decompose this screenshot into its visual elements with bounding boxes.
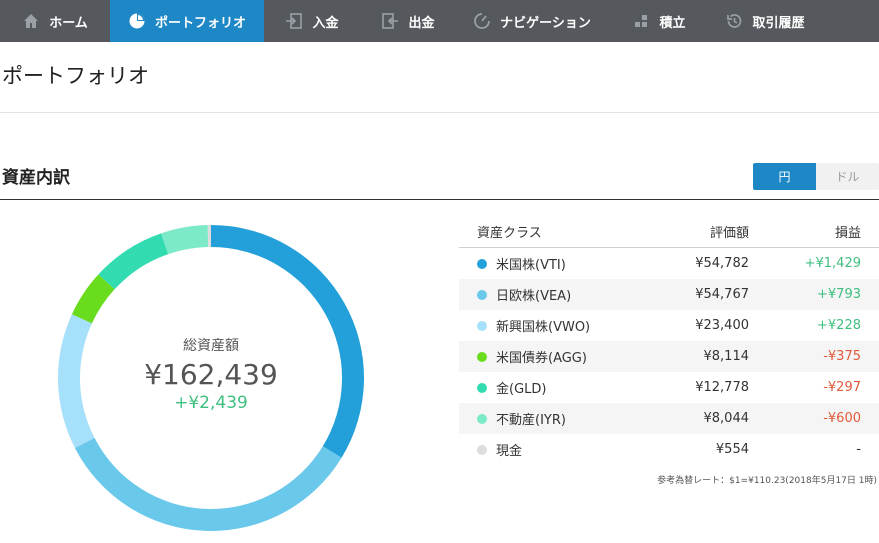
asset-value: ¥12,778 — [695, 380, 749, 395]
asset-name: 金(GLD) — [496, 382, 547, 397]
table-row: 米国債券(AGG) ¥8,114 -¥375 — [459, 341, 879, 372]
nav-item-home[interactable]: ホーム — [0, 0, 110, 42]
table-row: 現金 ¥554 - — [459, 434, 879, 465]
legend-dot — [477, 258, 487, 269]
asset-name-cell: 金(GLD) — [459, 378, 659, 397]
legend-dot — [477, 351, 487, 362]
asset-name: 日欧株(VEA) — [496, 289, 572, 304]
donut-slice[interactable] — [207, 225, 211, 248]
asset-table: 資産クラス 評価額 損益 米国株(VTI) ¥54,782 +¥1,429 日欧株(V… — [459, 215, 879, 465]
total-assets-label: 総資産額 — [183, 338, 239, 354]
nav-label: ポートフォリオ — [154, 15, 246, 31]
nav-item-withdraw[interactable]: 出金 — [360, 0, 456, 42]
table-body: 米国株(VTI) ¥54,782 +¥1,429 日欧株(VEA) ¥54,767 +¥7… — [459, 248, 879, 465]
legend-dot — [477, 413, 487, 424]
nav-label: ナビゲーション — [500, 15, 591, 31]
header-gain: 損益 — [834, 225, 861, 241]
nav-item-history[interactable]: 取引履歴 — [710, 0, 820, 42]
table-header: 資産クラス 評価額 損益 — [459, 215, 879, 248]
nav-label: 入金 — [312, 15, 339, 31]
asset-gain: -¥600 — [823, 411, 861, 426]
asset-name: 現金 — [496, 444, 523, 459]
nav-item-portfolio[interactable]: ポートフォリオ — [110, 0, 264, 42]
asset-name: 不動産(IYR) — [496, 413, 566, 428]
asset-name-cell: 米国株(VTI) — [459, 254, 659, 273]
navigation-icon — [474, 13, 491, 29]
legend-dot — [477, 444, 487, 455]
asset-name-cell: 米国債券(AGG) — [459, 347, 659, 366]
asset-gain: +¥1,429 — [804, 256, 861, 271]
donut-slice[interactable] — [98, 233, 169, 290]
pie-chart-icon — [129, 13, 145, 29]
asset-donut-chart: 総資産額 ¥162,439 +¥2,439 — [0, 205, 420, 543]
header-value: 評価額 — [709, 225, 749, 241]
asset-gain: +¥228 — [817, 318, 861, 333]
asset-value: ¥554 — [715, 442, 749, 457]
table-row: 金(GLD) ¥12,778 -¥297 — [459, 372, 879, 403]
asset-value: ¥23,400 — [695, 318, 749, 333]
currency-toggle: 円 ドル — [753, 163, 879, 190]
asset-value: ¥54,782 — [695, 256, 749, 271]
exchange-rate-note: 参考為替レート：$1=¥110.23(2018年5月17日 1時) — [657, 476, 877, 486]
asset-value: ¥8,044 — [703, 411, 750, 426]
asset-name-cell: 不動産(IYR) — [459, 409, 659, 428]
legend-dot — [477, 289, 487, 300]
accumulate-icon — [635, 15, 648, 27]
asset-gain: +¥793 — [817, 287, 861, 302]
nav-item-deposit[interactable]: 入金 — [264, 0, 360, 42]
currency-usd-button[interactable]: ドル — [816, 163, 879, 190]
total-assets-value: ¥162,439 — [144, 358, 278, 391]
asset-value: ¥54,767 — [695, 287, 749, 302]
section-title: 資産内訳 — [2, 168, 70, 188]
asset-value: ¥8,114 — [703, 349, 750, 364]
nav-label: ホーム — [49, 15, 88, 31]
table-row: 米国株(VTI) ¥54,782 +¥1,429 — [459, 248, 879, 279]
top-nav: ホーム ポートフォリオ 入金 出金 ナビゲーション 積立 取引履歴 — [0, 0, 879, 42]
nav-label: 出金 — [408, 15, 435, 31]
home-icon — [24, 14, 39, 28]
nav-label: 積立 — [659, 15, 686, 31]
asset-name: 米国株(VTI) — [496, 258, 566, 273]
asset-name: 新興国株(VWO) — [496, 320, 591, 335]
nav-label: 取引履歴 — [752, 15, 805, 31]
asset-name-cell: 現金 — [459, 440, 659, 459]
asset-name-cell: 日欧株(VEA) — [459, 285, 659, 304]
table-row: 新興国株(VWO) ¥23,400 +¥228 — [459, 310, 879, 341]
asset-gain: -¥297 — [823, 380, 861, 395]
table-row: 日欧株(VEA) ¥54,767 +¥793 — [459, 279, 879, 310]
divider — [0, 112, 879, 113]
history-icon — [727, 14, 742, 28]
asset-name: 米国債券(AGG) — [496, 351, 587, 366]
header-asset-class: 資産クラス — [477, 225, 542, 241]
nav-item-navigation[interactable]: ナビゲーション — [456, 0, 608, 42]
total-assets-change: +¥2,439 — [174, 393, 248, 413]
deposit-icon — [286, 13, 303, 29]
nav-item-accumulate[interactable]: 積立 — [608, 0, 710, 42]
page-title: ポートフォリオ — [2, 64, 149, 88]
legend-dot — [477, 382, 487, 393]
table-row: 不動産(IYR) ¥8,044 -¥600 — [459, 403, 879, 434]
legend-dot — [477, 320, 487, 331]
currency-yen-button[interactable]: 円 — [753, 163, 816, 190]
withdraw-icon — [382, 13, 399, 29]
asset-gain: - — [856, 442, 861, 457]
donut-slice[interactable] — [161, 225, 209, 255]
donut-center: 総資産額 ¥162,439 +¥2,439 — [60, 335, 362, 413]
asset-gain: -¥375 — [823, 349, 861, 364]
asset-name-cell: 新興国株(VWO) — [459, 316, 659, 335]
section-divider — [0, 199, 879, 200]
donut-slice[interactable] — [74, 437, 342, 531]
